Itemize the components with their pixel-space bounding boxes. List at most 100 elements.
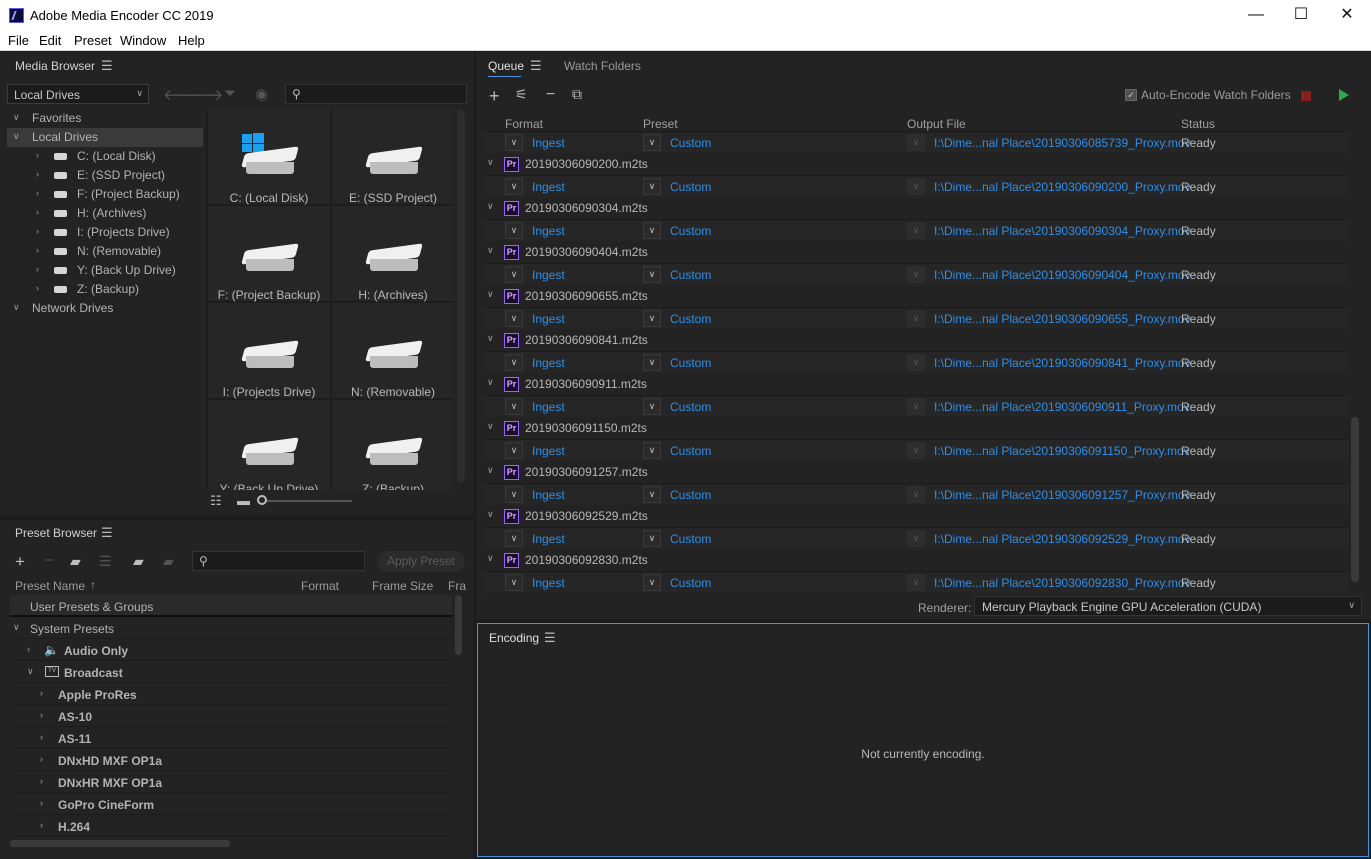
grid-drive-z[interactable]: Z: (Backup) — [332, 400, 454, 490]
remove-icon[interactable]: − — [546, 86, 555, 104]
collapse-chevron-icon[interactable]: ∨ — [487, 465, 494, 476]
preset-settings-icon[interactable]: ☰ — [99, 553, 112, 570]
col-preset-name[interactable]: Preset Name — [15, 579, 85, 593]
preset-row-dnxhr[interactable]: › DNxHR MXF OP1a — [10, 771, 452, 793]
format-dropdown[interactable]: ∨ — [505, 530, 523, 547]
tree-drive-n[interactable]: › N: (Removable) — [7, 242, 203, 261]
format-link[interactable]: Ingest — [532, 136, 565, 150]
collapse-chevron-icon[interactable]: ∨ — [487, 421, 494, 432]
list-view-icon[interactable]: ☷ — [210, 493, 222, 509]
view-icon[interactable]: ◉ — [255, 85, 268, 103]
queue-source-row[interactable]: ∨ Pr 20190306091257.m2ts — [483, 461, 1349, 483]
preset-link[interactable]: Custom — [670, 444, 711, 458]
preset-row-broadcast[interactable]: ∨ TV Broadcast — [10, 661, 452, 683]
filter-icon[interactable]: ⏷ — [224, 85, 236, 102]
panel-menu-icon[interactable]: ☰ — [101, 525, 113, 541]
stop-queue-button[interactable] — [1301, 91, 1311, 101]
queue-job-row[interactable]: ∨ Ingest ∨ Custom ∨ I:\Dime...nal Place\… — [483, 131, 1349, 153]
add-preset-icon[interactable]: + — [15, 552, 25, 572]
tree-local-drives[interactable]: ∨ Local Drives — [7, 128, 203, 147]
output-file-link[interactable]: I:\Dime...nal Place\20190306091257_Proxy… — [934, 488, 1191, 502]
panel-menu-icon[interactable]: ☰ — [101, 58, 113, 74]
forward-arrow-icon[interactable]: 🡒 — [183, 85, 223, 104]
close-button[interactable]: ✕ — [1324, 0, 1370, 30]
format-dropdown[interactable]: ∨ — [505, 442, 523, 459]
tree-drive-e[interactable]: › E: (SSD Project) — [7, 166, 203, 185]
queue-scrollbar[interactable] — [1351, 417, 1359, 582]
preset-link[interactable]: Custom — [670, 576, 711, 590]
col-status[interactable]: Status — [1181, 117, 1215, 131]
preset-row-user-presets[interactable]: User Presets & Groups — [10, 595, 452, 617]
grid-drive-e[interactable]: E: (SSD Project) — [332, 109, 454, 205]
preset-dropdown[interactable]: ∨ — [643, 486, 661, 503]
queue-job-row[interactable]: ∨ Ingest ∨ Custom ∨ I:\Dime...nal Place\20190… — [483, 439, 1349, 461]
format-dropdown[interactable]: ∨ — [505, 574, 523, 591]
output-file-link[interactable]: I:\Dime...nal Place\20190306090304_Proxy… — [934, 224, 1191, 238]
format-dropdown[interactable]: ∨ — [505, 310, 523, 327]
format-link[interactable]: Ingest — [532, 356, 565, 370]
queue-job-row[interactable]: ∨ Ingest ∨ Custom ∨ I:\Dime...nal Place\20190… — [483, 307, 1349, 329]
output-dropdown[interactable]: ∨ — [907, 134, 925, 151]
queue-source-row[interactable]: ∨ Pr 20190306092529.m2ts — [483, 505, 1349, 527]
new-group-icon[interactable]: ▰ — [70, 553, 81, 570]
col-output-file[interactable]: Output File — [907, 117, 966, 131]
output-file-link[interactable]: I:\Dime...nal Place\20190306090404_Proxy… — [934, 268, 1191, 282]
preset-row-as10[interactable]: › AS-10 — [10, 705, 452, 727]
output-dropdown[interactable]: ∨ — [907, 442, 925, 459]
output-dropdown[interactable]: ∨ — [907, 530, 925, 547]
output-file-link[interactable]: I:\Dime...nal Place\20190306092529_Proxy… — [934, 532, 1191, 546]
queue-source-row[interactable]: ∨ Pr 20190306091150.m2ts — [483, 417, 1349, 439]
preset-dropdown[interactable]: ∨ — [643, 354, 661, 371]
collapse-chevron-icon[interactable]: ∨ — [487, 553, 494, 564]
preset-link[interactable]: Custom — [670, 268, 711, 282]
format-link[interactable]: Ingest — [532, 268, 565, 282]
collapse-chevron-icon[interactable]: ∨ — [487, 245, 494, 256]
menu-edit[interactable]: Edit — [39, 33, 61, 48]
output-dropdown[interactable]: ∨ — [907, 222, 925, 239]
grid-drive-h[interactable]: H: (Archives) — [332, 206, 454, 302]
col-frame-rate[interactable]: Fra — [448, 579, 466, 593]
queue-job-row[interactable]: ∨ Ingest ∨ Custom ∨ I:\Dime...nal Place\20190… — [483, 263, 1349, 285]
queue-job-row[interactable]: ∨ Ingest ∨ Custom ∨ I:\Dime...nal Place\20190… — [483, 527, 1349, 549]
preset-link[interactable]: Custom — [670, 532, 711, 546]
output-file-link[interactable]: I:\Dime...nal Place\20190306092830_Proxy… — [934, 576, 1191, 590]
output-file-link[interactable]: I:\Dime...nal Place\20190306090200_Proxy… — [934, 180, 1191, 194]
format-link[interactable]: Ingest — [532, 400, 565, 414]
tree-drive-c[interactable]: › C: (Local Disk) — [7, 147, 203, 166]
preset-link[interactable]: Custom — [670, 488, 711, 502]
preset-dropdown[interactable]: ∨ — [643, 266, 661, 283]
preset-link[interactable]: Custom — [670, 224, 711, 238]
format-link[interactable]: Ingest — [532, 576, 565, 590]
auto-encode-checkbox[interactable]: ✓ — [1125, 89, 1137, 101]
media-grid-scrollbar[interactable] — [457, 109, 465, 483]
add-source-icon[interactable]: + — [489, 86, 500, 107]
preset-link[interactable]: Custom — [670, 180, 711, 194]
duplicate-icon[interactable]: ⧉ — [572, 86, 582, 103]
tree-drive-h[interactable]: › H: (Archives) — [7, 204, 203, 223]
output-file-link[interactable]: I:\Dime...nal Place\20190306090655_Proxy… — [934, 312, 1191, 326]
preset-dropdown[interactable]: ∨ — [643, 398, 661, 415]
preset-dropdown[interactable]: ∨ — [643, 222, 661, 239]
preset-row-h264[interactable]: › H.264 — [10, 815, 452, 837]
tree-drive-y[interactable]: › Y: (Back Up Drive) — [7, 261, 203, 280]
format-dropdown[interactable]: ∨ — [505, 178, 523, 195]
queue-job-row[interactable]: ∨ Ingest ∨ Custom ∨ I:\Dime...nal Place\20190… — [483, 483, 1349, 505]
menu-preset[interactable]: Preset — [74, 33, 112, 48]
icon-view-icon[interactable]: ▬ — [237, 493, 250, 508]
format-dropdown[interactable]: ∨ — [505, 266, 523, 283]
grid-drive-n[interactable]: N: (Removable) — [332, 303, 454, 399]
tree-drive-z[interactable]: › Z: (Backup) — [7, 280, 203, 299]
queue-job-row[interactable]: ∨ Ingest ∨ Custom ∨ I:\Dime...nal Place\20190… — [483, 219, 1349, 241]
preset-horizontal-scrollbar[interactable] — [10, 840, 230, 847]
queue-source-row[interactable]: ∨ Pr 20190306090655.m2ts — [483, 285, 1349, 307]
zoom-slider-handle[interactable] — [257, 495, 267, 505]
preset-link[interactable]: Custom — [670, 356, 711, 370]
grid-drive-c[interactable]: C: (Local Disk) — [208, 109, 330, 205]
export-preset-icon[interactable]: ▰ — [163, 553, 174, 570]
collapse-chevron-icon[interactable]: ∨ — [487, 333, 494, 344]
grid-drive-y[interactable]: Y: (Back Up Drive) — [208, 400, 330, 490]
preset-dropdown[interactable]: ∨ — [643, 178, 661, 195]
preset-row-apple-prores[interactable]: › Apple ProRes — [10, 683, 452, 705]
preset-row-system-presets[interactable]: ∨ System Presets — [10, 617, 452, 639]
format-dropdown[interactable]: ∨ — [505, 134, 523, 151]
